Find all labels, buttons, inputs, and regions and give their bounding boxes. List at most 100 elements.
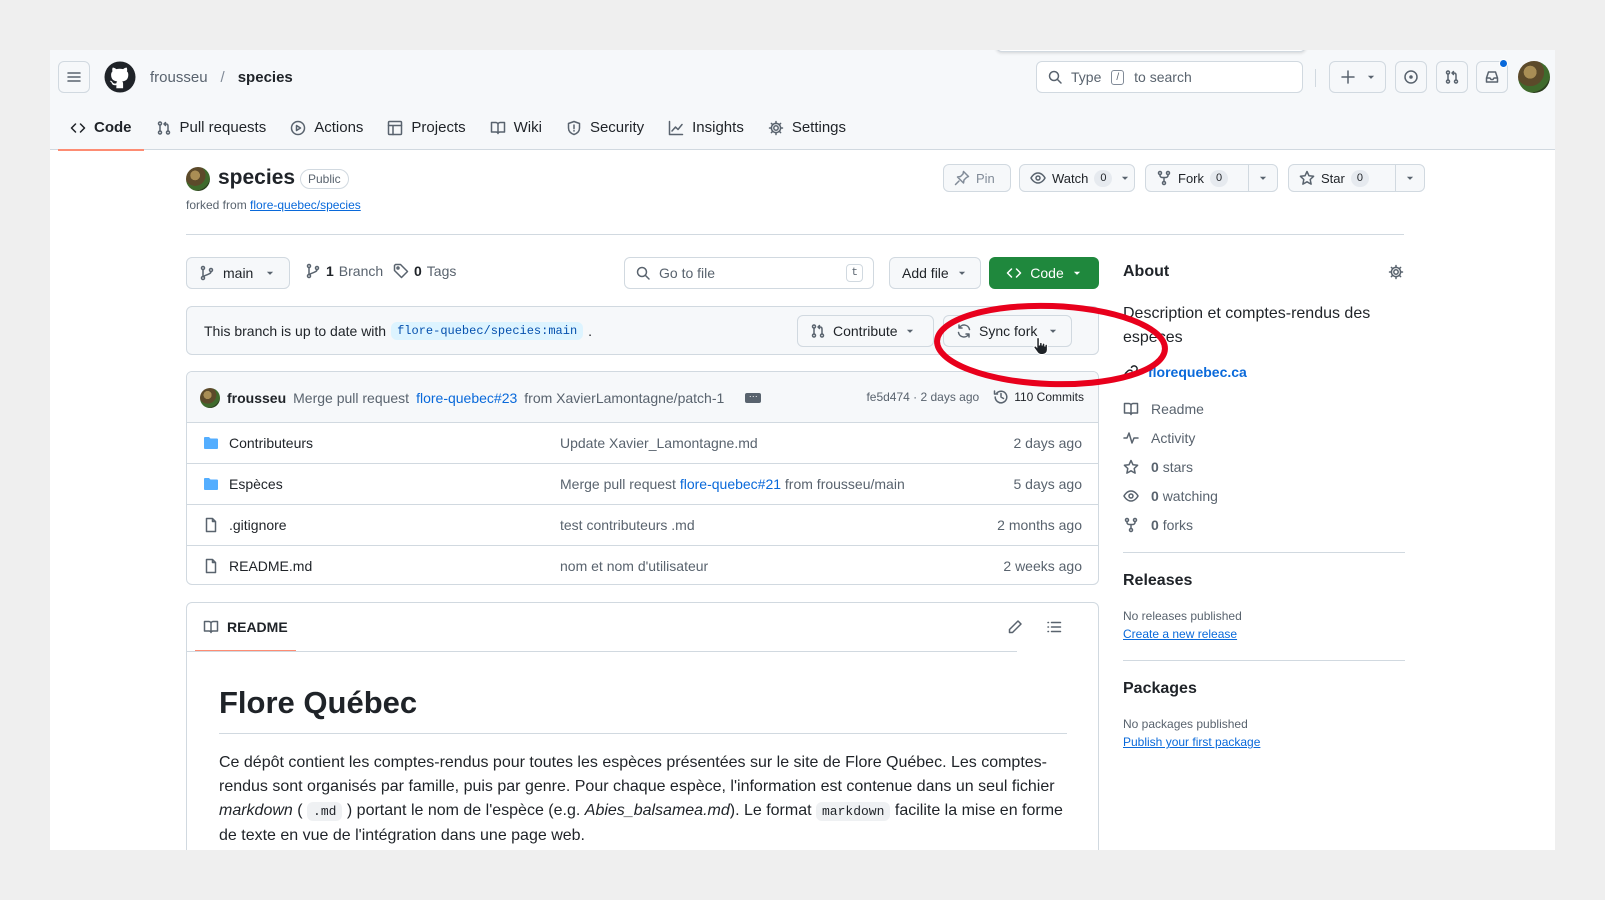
star-dropdown[interactable] bbox=[1394, 165, 1425, 191]
activity-link[interactable]: Activity bbox=[1123, 430, 1195, 446]
eye-icon bbox=[1030, 172, 1046, 184]
commits-history-link[interactable]: 110 Commits bbox=[993, 389, 1084, 405]
tab-actions[interactable]: Actions bbox=[278, 105, 375, 150]
go-to-file-placeholder: Go to file bbox=[659, 265, 716, 281]
fork-button[interactable]: Fork 0 bbox=[1145, 164, 1278, 192]
expand-commit-icon[interactable]: ··· bbox=[745, 392, 762, 403]
code-button[interactable]: Code bbox=[989, 257, 1099, 289]
tab-pull-requests[interactable]: Pull requests bbox=[144, 105, 279, 150]
fork-dropdown[interactable] bbox=[1247, 165, 1277, 191]
forks-link[interactable]: 0 forks bbox=[1123, 517, 1193, 533]
sync-fork-button[interactable]: Sync fork bbox=[943, 315, 1072, 347]
tab-insights[interactable]: Insights bbox=[656, 105, 756, 150]
breadcrumb-repo[interactable]: species bbox=[238, 69, 293, 86]
file-commit-msg[interactable]: Update Xavier_Lamontagne.md bbox=[560, 435, 758, 451]
commit-author[interactable]: frousseu bbox=[227, 390, 286, 406]
triangle-down-icon bbox=[906, 329, 913, 333]
tab-label: Insights bbox=[692, 119, 744, 136]
contribute-button[interactable]: Contribute bbox=[797, 315, 934, 347]
go-to-file-input[interactable]: Go to file t bbox=[624, 257, 874, 289]
forked-from-link[interactable]: flore-quebec/species bbox=[250, 198, 361, 212]
forked-from: forked from flore-quebec/species bbox=[186, 198, 361, 212]
table-row[interactable]: .gitignore test contributeurs .md 2 mont… bbox=[187, 505, 1098, 546]
branch-selector[interactable]: main bbox=[186, 257, 290, 289]
folder-icon bbox=[204, 478, 218, 490]
link-icon bbox=[1124, 365, 1138, 379]
create-new-button[interactable] bbox=[1329, 61, 1386, 93]
pin-button[interactable]: Pin bbox=[943, 164, 1011, 192]
commit-message-prefix[interactable]: Merge pull request bbox=[293, 390, 409, 406]
git-pull-request-icon bbox=[811, 324, 825, 338]
breadcrumb: frousseu / species bbox=[150, 69, 293, 86]
commit-pr-link[interactable]: flore-quebec#23 bbox=[416, 390, 517, 406]
table-row[interactable]: Espèces Merge pull request flore-quebec#… bbox=[187, 464, 1098, 505]
readme-italic-markdown: markdown bbox=[219, 802, 293, 819]
watch-button[interactable]: Watch 0 bbox=[1019, 164, 1135, 192]
file-commit-msg[interactable]: Merge pull request bbox=[560, 476, 676, 492]
table-row[interactable]: Contributeurs Update Xavier_Lamontagne.m… bbox=[187, 423, 1098, 464]
readme-tab[interactable]: README bbox=[195, 603, 296, 652]
file-commit-msg[interactable]: nom et nom d'utilisateur bbox=[560, 558, 708, 574]
readme-heading: Flore Québec bbox=[219, 685, 418, 720]
file-name[interactable]: Contributeurs bbox=[229, 435, 313, 451]
pull-requests-button[interactable] bbox=[1436, 61, 1468, 93]
readme-link[interactable]: Readme bbox=[1123, 401, 1204, 417]
star-button[interactable]: Star 0 bbox=[1288, 164, 1425, 192]
commit-author-avatar[interactable] bbox=[200, 388, 220, 408]
packages-empty: No packages published bbox=[1123, 717, 1248, 731]
gear-icon[interactable] bbox=[1388, 264, 1404, 280]
file-name[interactable]: Espèces bbox=[229, 476, 283, 492]
user-avatar[interactable] bbox=[1518, 61, 1550, 93]
commit-message-suffix[interactable]: from XavierLamontagne/patch-1 bbox=[524, 390, 724, 406]
branches-link[interactable]: 1 Branch bbox=[305, 263, 383, 279]
stars-link[interactable]: 0 stars bbox=[1123, 459, 1193, 475]
inbox-icon bbox=[1485, 71, 1499, 83]
breadcrumb-owner[interactable]: frousseu bbox=[150, 69, 208, 86]
issues-button[interactable] bbox=[1395, 61, 1427, 93]
forks-label: forks bbox=[1162, 517, 1194, 533]
file-date: 2 months ago bbox=[997, 517, 1082, 533]
file-commit-msg-suffix[interactable]: from frousseu/main bbox=[785, 476, 905, 492]
search-input[interactable]: Type / to search bbox=[1036, 61, 1303, 93]
github-logo-icon[interactable] bbox=[104, 61, 136, 93]
readme-paragraph: Ce dépôt contient les comptes-rendus pou… bbox=[219, 751, 1069, 848]
file-name[interactable]: README.md bbox=[229, 558, 312, 574]
table-row[interactable]: README.md nom et nom d'utilisateur 2 wee… bbox=[187, 546, 1098, 584]
tag-label: Tags bbox=[426, 263, 457, 279]
latest-commit: frousseu Merge pull request flore-quebec… bbox=[187, 372, 1098, 423]
readme-divider bbox=[187, 651, 1017, 652]
tab-label: Settings bbox=[791, 119, 847, 136]
upstream-ref[interactable]: flore-quebec/species:main bbox=[391, 322, 584, 340]
repo-title[interactable]: species bbox=[218, 166, 295, 190]
tab-settings[interactable]: Settings bbox=[756, 105, 858, 150]
tab-projects[interactable]: Projects bbox=[375, 105, 477, 150]
play-icon bbox=[290, 120, 306, 135]
create-release-link[interactable]: Create a new release bbox=[1123, 627, 1237, 641]
file-commit-pr-link[interactable]: flore-quebec#21 bbox=[680, 476, 781, 492]
owner-avatar[interactable] bbox=[186, 167, 210, 191]
add-file-button[interactable]: Add file bbox=[889, 257, 981, 289]
website-link[interactable]: florequebec.ca bbox=[1123, 364, 1247, 380]
watch-label: Watch bbox=[1052, 170, 1089, 186]
file-commit-msg[interactable]: test contributeurs .md bbox=[560, 517, 695, 533]
watching-link[interactable]: 0 watching bbox=[1123, 488, 1218, 504]
file-date: 2 weeks ago bbox=[1003, 558, 1082, 574]
file-name[interactable]: .gitignore bbox=[229, 517, 287, 533]
readme-tab-label: README bbox=[227, 619, 288, 635]
search-icon bbox=[1048, 70, 1062, 84]
tab-security[interactable]: Security bbox=[554, 105, 656, 150]
tab-wiki[interactable]: Wiki bbox=[478, 105, 554, 150]
releases-title[interactable]: Releases bbox=[1123, 572, 1192, 590]
pencil-icon[interactable] bbox=[1007, 619, 1023, 635]
commit-hash-time[interactable]: fe5d474 · 2 days ago bbox=[866, 390, 979, 404]
packages-title[interactable]: Packages bbox=[1123, 680, 1197, 698]
sync-icon bbox=[957, 324, 971, 338]
tab-label: Wiki bbox=[513, 119, 542, 136]
book-icon bbox=[203, 620, 219, 634]
readme-italic-example: Abies_balsamea.md bbox=[584, 802, 730, 819]
tab-code[interactable]: Code bbox=[58, 105, 144, 151]
publish-package-link[interactable]: Publish your first package bbox=[1123, 735, 1260, 749]
menu-button[interactable] bbox=[58, 61, 90, 93]
list-unordered-icon[interactable] bbox=[1046, 619, 1062, 635]
tags-link[interactable]: 0 Tags bbox=[393, 263, 456, 279]
